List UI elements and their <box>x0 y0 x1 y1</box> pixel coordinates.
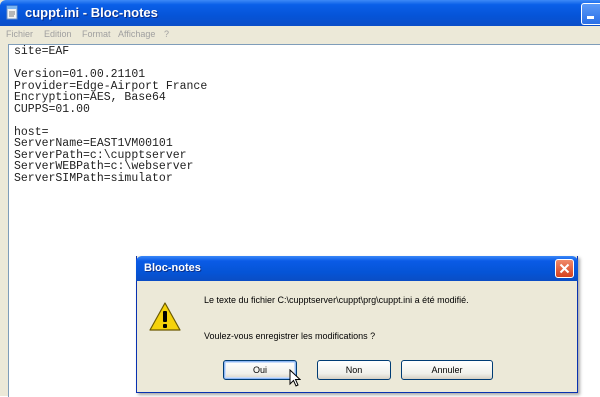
minimize-button[interactable] <box>581 3 600 25</box>
mouse-cursor-icon <box>289 369 301 387</box>
dialog-close-button[interactable] <box>555 259 574 278</box>
title-bar[interactable]: cuppt.ini - Bloc-notes <box>0 0 600 26</box>
window-title: cuppt.ini - Bloc-notes <box>25 5 158 20</box>
editor-line: CUPPS=01.00 <box>14 102 90 116</box>
menu-fichier[interactable]: Fichier <box>6 29 33 39</box>
editor-line: ServerSIMPath=simulator <box>14 171 173 185</box>
menu-format[interactable]: Format <box>82 29 111 39</box>
dialog-title: Bloc-notes <box>144 262 201 274</box>
menu-bar: Fichier Edition Format Affichage ? <box>0 26 600 44</box>
dialog-question: Voulez-vous enregistrer les modification… <box>204 331 376 341</box>
close-icon <box>559 263 570 274</box>
dialog-message: Le texte du fichier C:\cupptserver\cuppt… <box>204 295 469 305</box>
editor-line: Encryption=AES, Base64 <box>14 91 166 104</box>
yes-button[interactable]: Oui <box>223 360 297 380</box>
editor-line: ServerWEBPath=c:\webserver <box>14 160 194 173</box>
no-button[interactable]: Non <box>317 360 391 380</box>
editor-line: site=EAF <box>14 45 70 58</box>
editor-line: ServerName=EAST1VM00101 <box>14 137 173 150</box>
notepad-icon <box>6 5 18 20</box>
editor-content: site=EAF Version=01.00.21101 Provider=Edge… <box>14 46 207 184</box>
menu-affichage[interactable]: Affichage <box>118 29 155 39</box>
save-changes-dialog: Bloc-notes Le texte du fichier C:\cuppts… <box>136 256 578 393</box>
menu-help[interactable]: ? <box>164 29 169 39</box>
menu-edition[interactable]: Edition <box>44 29 72 39</box>
cancel-button[interactable]: Annuler <box>401 360 493 380</box>
warning-icon <box>149 302 181 331</box>
dialog-title-bar[interactable]: Bloc-notes <box>136 256 578 281</box>
minimize-icon <box>587 16 594 19</box>
editor-line: Version=01.00.21101 <box>14 68 146 81</box>
